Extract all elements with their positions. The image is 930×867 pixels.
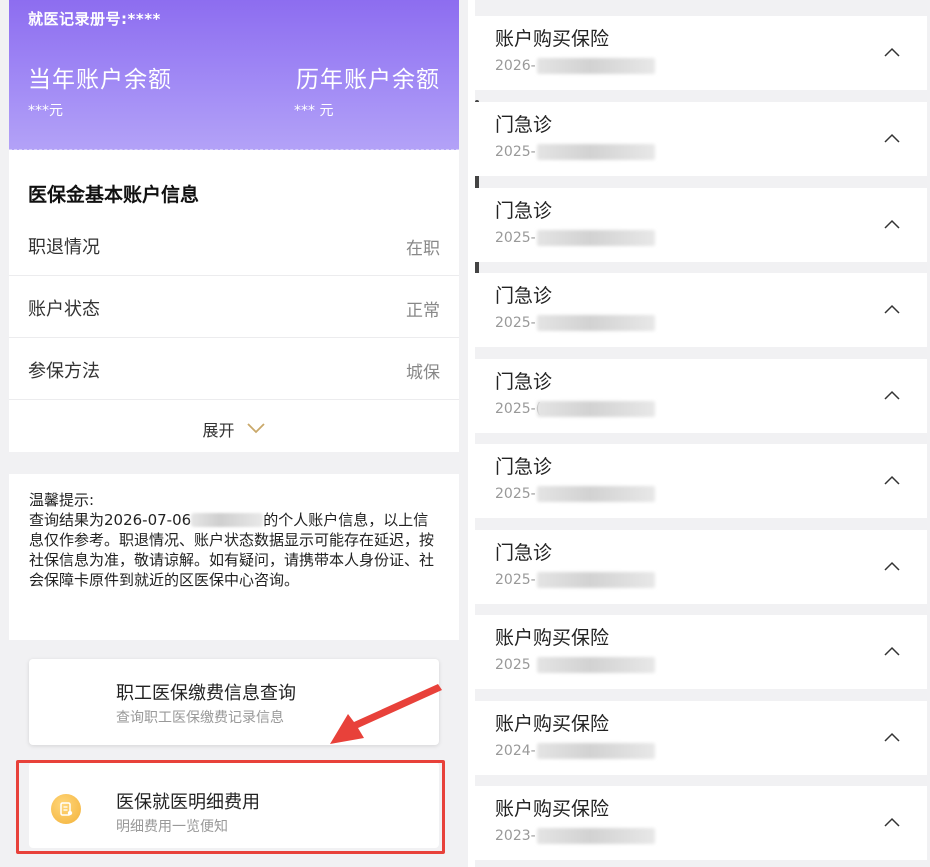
record-name: 账户购买保险: [495, 28, 610, 50]
record-name: 门急诊: [495, 285, 553, 307]
current-balance-label: 当年账户余额: [28, 67, 172, 93]
list-item[interactable]: 门急诊 2025-: [475, 102, 927, 176]
chevron-up-icon: [884, 304, 900, 314]
chevron-up-icon: [884, 47, 900, 57]
chevron-up-icon: [884, 219, 900, 229]
current-balance-value: ***元: [28, 103, 63, 119]
record-date: 2025: [495, 657, 531, 673]
balance-header: 就医记录册号:**** 当年账户余额 历年账户余额 ***元 *** 元: [9, 0, 459, 150]
service-subtitle: 查询职工医保缴费记录信息: [116, 710, 284, 726]
redacted-date: [537, 315, 655, 331]
highlight-frame: [16, 760, 445, 854]
record-date: 2024-: [495, 743, 536, 759]
record-date: 2025-: [495, 486, 536, 502]
list-item[interactable]: 账户购买保险 2023-: [475, 786, 927, 860]
redacted-date: [537, 401, 655, 417]
account-info-card: 医保金基本账户信息 职退情况 在职 账户状态 正常 参保方法 城保 展开: [9, 150, 459, 452]
redacted-date: [537, 144, 655, 160]
record-name: 门急诊: [495, 200, 553, 222]
list-item[interactable]: 账户购买保险 2026-: [475, 16, 927, 90]
record-date: 2025-(: [495, 401, 542, 417]
redacted-date: [537, 743, 655, 759]
service-title: 职工医保缴费信息查询: [116, 683, 296, 704]
redacted-date: [537, 230, 655, 246]
redacted-date: [537, 657, 655, 673]
list-item[interactable]: 门急诊 2025-: [475, 273, 927, 347]
list-item[interactable]: 门急诊 2025-: [475, 188, 927, 262]
chevron-up-icon: [884, 475, 900, 485]
chevron-up-icon: [884, 817, 900, 827]
account-panel: 就医记录册号:**** 当年账户余额 历年账户余额 ***元 *** 元 医保金…: [0, 0, 468, 867]
redacted-date: [537, 828, 655, 844]
chevron-up-icon: [884, 561, 900, 571]
record-date: 2025-: [495, 572, 536, 588]
record-name: 门急诊: [495, 542, 553, 564]
redacted-date: [537, 58, 655, 74]
record-date: 2025-: [495, 144, 536, 160]
info-value: 城保: [406, 363, 440, 383]
list-item[interactable]: 门急诊 2025-: [475, 444, 927, 518]
redacted-date: [537, 572, 655, 588]
history-balance-label: 历年账户余额: [296, 67, 440, 93]
chevron-up-icon: [884, 133, 900, 143]
tip-body: 查询结果为2026-07-06 的个人账户信息，以上信息仅作参考。职退情况、账户状…: [29, 510, 439, 590]
info-row-retirement: 职退情况 在职: [9, 214, 459, 276]
record-date: 2023-: [495, 828, 536, 844]
info-value: 正常: [406, 301, 440, 321]
chevron-up-icon: [884, 732, 900, 742]
account-info-title: 医保金基本账户信息: [28, 184, 200, 206]
record-date: 2025-: [495, 230, 536, 246]
list-item[interactable]: 账户购买保险 2024-: [475, 701, 927, 775]
info-row-method: 参保方法 城保: [9, 338, 459, 400]
tip-box: 温馨提示: 查询结果为2026-07-06 的个人账户信息，以上信息仅作参考。职退…: [9, 474, 459, 640]
record-date: 2026-: [495, 58, 536, 74]
chevron-up-icon: [884, 646, 900, 656]
tip-body-prefix: 查询结果为2026-07-06: [29, 511, 192, 529]
history-balance-value: *** 元: [294, 103, 334, 119]
info-row-status: 账户状态 正常: [9, 276, 459, 338]
redacted-name: [191, 513, 264, 527]
record-list-panel: 账户购买保险 2026- 门急诊 2025- 门急诊 2025- 门急诊 202…: [475, 0, 930, 867]
info-key: 账户状态: [28, 299, 100, 320]
redacted-date: [537, 486, 655, 502]
info-key: 参保方法: [28, 361, 100, 382]
record-name: 门急诊: [495, 456, 553, 478]
record-name: 账户购买保险: [495, 798, 610, 820]
expand-button[interactable]: 展开: [9, 402, 459, 452]
chevron-down-icon: [246, 422, 265, 433]
record-name: 门急诊: [495, 371, 553, 393]
tip-heading: 温馨提示:: [29, 491, 95, 509]
list-item[interactable]: 门急诊 2025-(: [475, 359, 927, 433]
record-name: 账户购买保险: [495, 627, 610, 649]
red-arrow-icon: [330, 684, 442, 744]
expand-label: 展开: [202, 421, 235, 440]
record-name: 账户购买保险: [495, 713, 610, 735]
record-date: 2025-: [495, 315, 536, 331]
info-value: 在职: [406, 239, 440, 259]
record-number: 就医记录册号:****: [28, 10, 161, 28]
list-item[interactable]: 账户购买保险 2025: [475, 615, 927, 689]
list-item[interactable]: 门急诊 2025-: [475, 530, 927, 604]
chevron-up-icon: [884, 390, 900, 400]
record-name: 门急诊: [495, 114, 553, 136]
info-key: 职退情况: [28, 237, 100, 258]
